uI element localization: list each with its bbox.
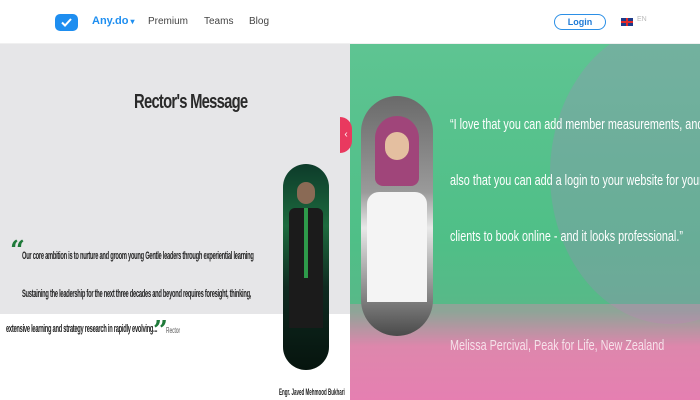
testimonial-author: Melissa Percival, Peak for Life, New Zea… — [450, 337, 665, 354]
rector-message-line: Sustaining the leadership for the next t… — [22, 288, 252, 300]
uk-flag-icon[interactable] — [621, 18, 633, 26]
language-label[interactable]: EN — [637, 16, 647, 23]
testimonial-line: clients to book online - and it looks pr… — [450, 228, 683, 245]
customer-photo — [361, 96, 433, 336]
rector-signature: Rector — [166, 326, 181, 335]
nav-link-teams[interactable]: Teams — [204, 16, 233, 27]
page: Any.do ▾ Premium Teams Blog Login EN Rect… — [0, 0, 700, 400]
testimonial-line: “I love that you can add member measurem… — [450, 116, 700, 133]
chevron-down-icon: ▾ — [130, 17, 135, 26]
brand-menu[interactable]: Any.do ▾ — [92, 15, 134, 27]
top-nav: Any.do ▾ Premium Teams Blog Login EN — [0, 0, 700, 44]
rector-photo — [283, 164, 329, 370]
login-button[interactable]: Login — [554, 14, 606, 30]
checkmark-logo-icon[interactable] — [55, 14, 78, 31]
nav-link-premium[interactable]: Premium — [148, 16, 188, 27]
rector-message-line: Our core ambition is to nurture and groo… — [22, 250, 254, 262]
brand-label: Any.do — [92, 15, 129, 27]
testimonial-line: also that you can add a login to your we… — [450, 172, 700, 189]
rector-title: Rector's Message — [134, 91, 248, 113]
nav-link-blog[interactable]: Blog — [249, 16, 269, 27]
rector-name: Engr. Javed Mehmood Bukhari — [279, 387, 345, 397]
rector-message-line: extensive learning and strategy research… — [6, 323, 158, 335]
